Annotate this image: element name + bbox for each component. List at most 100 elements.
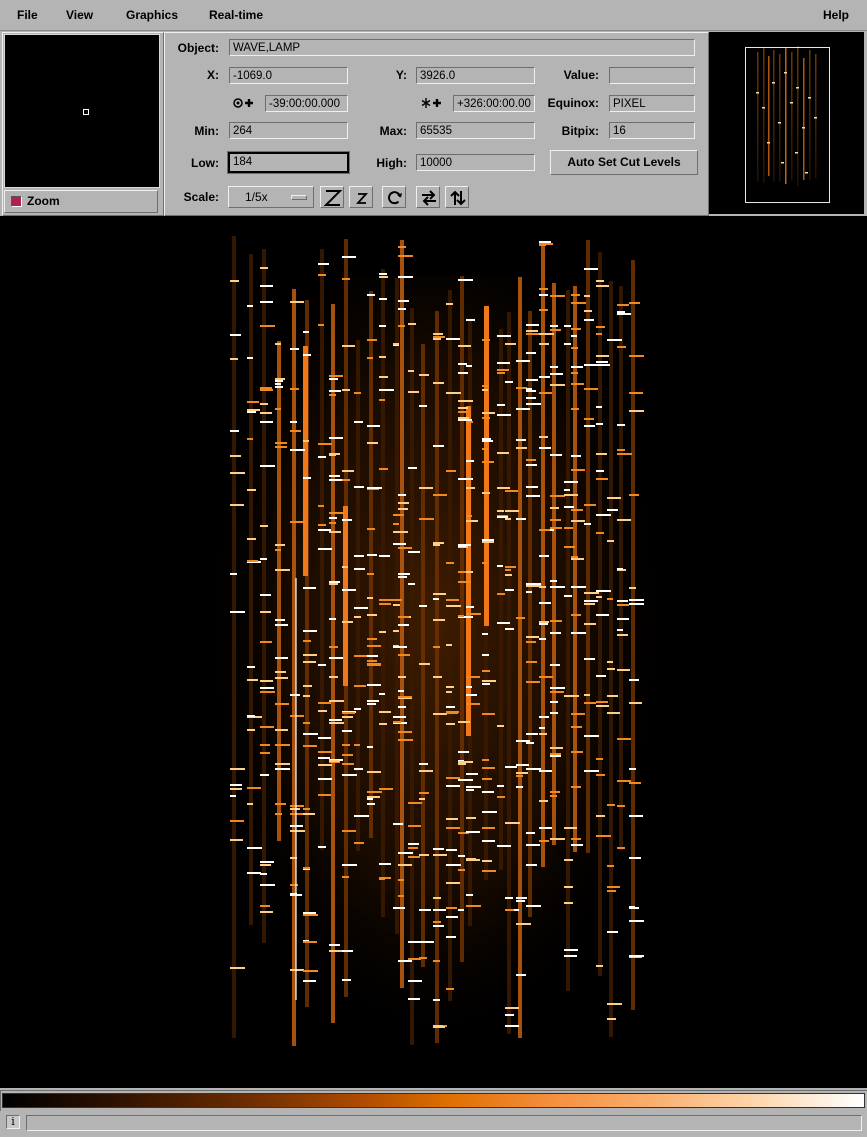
emission-line: [584, 268, 598, 270]
equinox-field[interactable]: PIXEL: [609, 95, 695, 112]
emission-line: [303, 587, 316, 589]
emission-line: [526, 768, 541, 770]
emission-line: [230, 820, 244, 822]
emission-line: [408, 998, 420, 1000]
emission-line: [230, 455, 241, 457]
emission-line: [446, 849, 457, 851]
emission-line: [466, 694, 477, 696]
emission-line: [550, 366, 558, 368]
emission-line: [482, 840, 495, 842]
emission-line: [275, 744, 290, 746]
emission-line: [466, 676, 480, 678]
auto-set-cut-levels-button[interactable]: Auto Set Cut Levels: [550, 150, 698, 175]
emission-line: [446, 706, 455, 708]
menu-help[interactable]: Help: [823, 8, 849, 22]
emission-line: [617, 311, 625, 313]
status-message: [26, 1115, 862, 1131]
bitpix-field[interactable]: 16: [609, 122, 695, 139]
emission-line: [379, 389, 394, 391]
zoom-in-button[interactable]: [320, 186, 344, 208]
emission-line: [230, 334, 241, 336]
emission-line: [393, 721, 401, 723]
menu-view[interactable]: View: [66, 8, 93, 22]
emission-line: [260, 726, 274, 728]
scale-menu-button[interactable]: 1/5x: [228, 186, 314, 208]
equinox-label: Equinox:: [547, 96, 599, 110]
emission-line: [482, 339, 490, 341]
emission-line: [629, 906, 635, 908]
info-icon: i: [6, 1115, 20, 1129]
zoom-checkbox[interactable]: [11, 196, 22, 207]
emission-line: [367, 487, 382, 489]
colorbar[interactable]: [2, 1093, 865, 1108]
emission-line: [260, 412, 272, 414]
zoom-view[interactable]: [4, 34, 160, 188]
emission-line: [571, 614, 581, 616]
flip-x-button[interactable]: [416, 186, 440, 208]
emission-line: [584, 504, 596, 506]
emission-line: [379, 376, 388, 378]
flip-y-button[interactable]: [445, 186, 469, 208]
emission-line: [584, 623, 596, 625]
emission-line: [596, 758, 603, 760]
emission-line: [303, 722, 310, 724]
emission-line: [318, 764, 332, 766]
value-field[interactable]: [609, 67, 695, 84]
emission-line: [550, 495, 565, 497]
emission-line: [596, 815, 605, 817]
emission-line: [505, 766, 517, 768]
emission-line: [419, 374, 429, 376]
rotate-button[interactable]: [382, 186, 406, 208]
emission-line: [539, 343, 549, 345]
emission-line: [230, 430, 239, 432]
emission-line: [398, 502, 409, 504]
image-display[interactable]: [0, 216, 867, 1088]
low-cut-input[interactable]: 184: [227, 151, 350, 174]
emission-line: [419, 605, 427, 607]
zoom-out-button[interactable]: [349, 186, 373, 208]
emission-line: [564, 827, 577, 829]
emission-line: [446, 777, 460, 779]
zoom-toggle-button[interactable]: Zoom: [4, 190, 158, 213]
emission-line: [367, 684, 381, 686]
ra-field[interactable]: -39:00:00.000: [265, 95, 348, 112]
emission-line: [354, 555, 364, 557]
emission-line: [354, 568, 365, 570]
emission-line: [596, 285, 609, 287]
emission-line: [260, 752, 270, 754]
max-field[interactable]: 65535: [416, 122, 535, 139]
emission-line: [539, 392, 552, 394]
emission-line: [260, 680, 273, 682]
emission-line: [342, 479, 350, 481]
emission-line: [398, 325, 405, 327]
emission-line: [354, 768, 363, 770]
emission-line: [482, 827, 495, 829]
emission-line: [247, 411, 256, 413]
min-field[interactable]: 264: [229, 122, 348, 139]
emission-line: [433, 848, 444, 850]
emission-line: [318, 794, 331, 796]
object-field[interactable]: WAVE,LAMP: [229, 39, 695, 56]
y-field[interactable]: 3926.0: [416, 67, 535, 84]
emission-line: [482, 389, 488, 391]
emission-line: [497, 796, 505, 798]
emission-line: [260, 687, 274, 689]
emission-line: [275, 803, 286, 805]
emission-line: [446, 864, 461, 866]
emission-line: [303, 914, 318, 916]
menu-realtime[interactable]: Real-time: [209, 8, 263, 22]
x-field[interactable]: -1069.0: [229, 67, 348, 84]
menu-file[interactable]: File: [17, 8, 38, 22]
menu-graphics[interactable]: Graphics: [126, 8, 178, 22]
dec-field[interactable]: +326:00:00.00: [453, 95, 535, 112]
high-cut-input[interactable]: 10000: [416, 154, 535, 171]
emission-line: [482, 713, 495, 715]
emission-line: [446, 338, 460, 340]
emission-line: [260, 421, 273, 423]
pan-viewport-frame[interactable]: [745, 47, 830, 203]
emission-line: [596, 701, 608, 703]
emission-line: [596, 453, 607, 455]
emission-line: [617, 600, 628, 602]
emission-line: [433, 921, 441, 923]
emission-line: [505, 589, 514, 591]
